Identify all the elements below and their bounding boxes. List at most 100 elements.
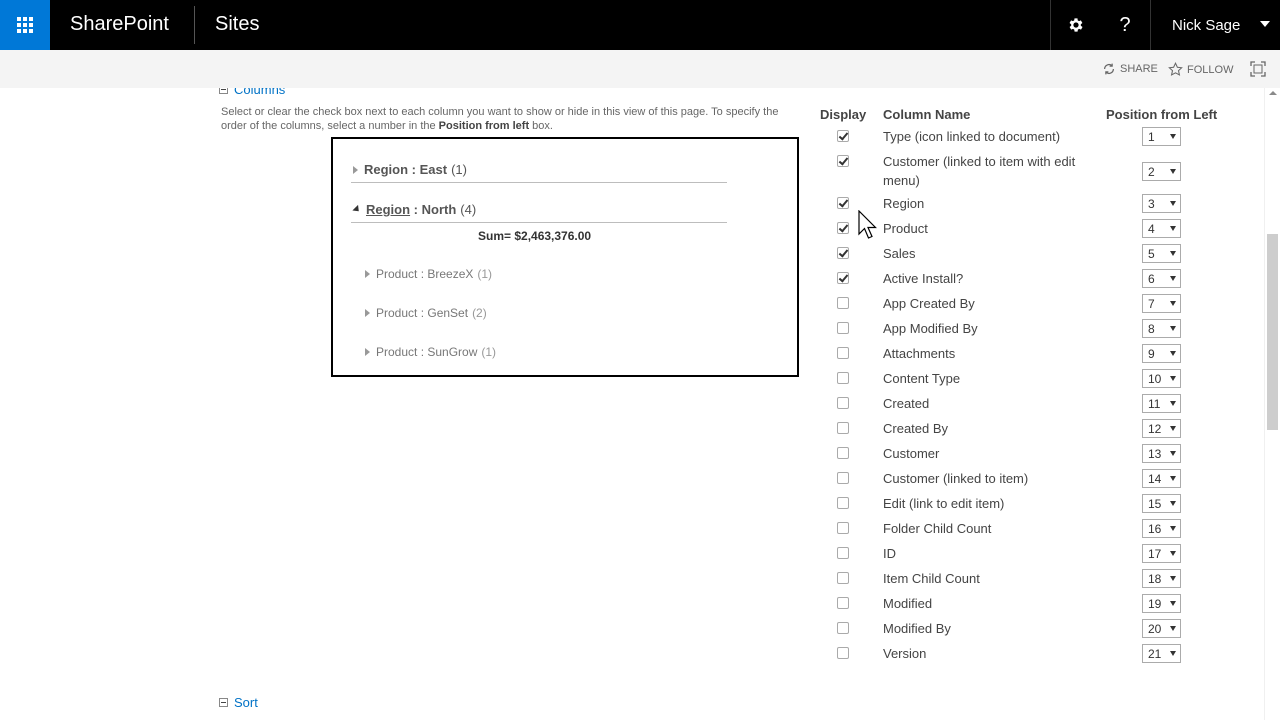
position-value: 7: [1148, 296, 1155, 311]
group-preview: Region : East (1) Region : North (4) Sum…: [331, 137, 799, 377]
column-name: Customer: [883, 446, 940, 461]
position-select[interactable]: 9: [1142, 344, 1181, 363]
dropdown-arrow-icon: [1170, 401, 1176, 406]
help-button[interactable]: ?: [1100, 0, 1150, 50]
dropdown-arrow-icon: [1170, 526, 1176, 531]
sync-icon: [1104, 63, 1114, 75]
position-value: 19: [1148, 596, 1162, 611]
columns-section-header[interactable]: Columns: [219, 88, 285, 97]
dropdown-arrow-icon: [1170, 134, 1176, 139]
position-select[interactable]: 1: [1142, 127, 1181, 146]
sort-section-header[interactable]: Sort: [219, 695, 258, 710]
group-header-north[interactable]: Region : North (4): [352, 202, 476, 217]
position-select[interactable]: 4: [1142, 219, 1181, 238]
display-checkbox[interactable]: [837, 155, 849, 167]
scroll-up-icon[interactable]: [1269, 91, 1277, 95]
display-checkbox[interactable]: [837, 472, 849, 484]
subgroup-breezex[interactable]: Product : BreezeX (1): [365, 267, 492, 281]
display-checkbox[interactable]: [837, 572, 849, 584]
group-header-east[interactable]: Region : East (1): [353, 162, 467, 177]
display-checkbox[interactable]: [837, 372, 849, 384]
settings-button[interactable]: [1050, 0, 1100, 50]
app-launcher-button[interactable]: [0, 0, 50, 50]
action-bar: SHARE FOLLOW: [0, 50, 1280, 88]
display-checkbox[interactable]: [837, 647, 849, 659]
group-separator: :: [410, 202, 422, 217]
dropdown-arrow-icon: [1170, 426, 1176, 431]
group-field-label: Region: [366, 202, 411, 217]
chevron-down-icon: [1260, 21, 1270, 27]
position-select[interactable]: 12: [1142, 419, 1181, 438]
display-checkbox[interactable]: [837, 622, 849, 634]
display-checkbox[interactable]: [837, 347, 849, 359]
column-name: Type (icon linked to document): [883, 129, 1061, 144]
display-checkbox[interactable]: [837, 522, 849, 534]
position-select[interactable]: 16: [1142, 519, 1181, 538]
position-select[interactable]: 19: [1142, 594, 1181, 613]
column-name: Customer (linked to item with edit menu): [883, 154, 1076, 188]
position-select[interactable]: 10: [1142, 369, 1181, 388]
share-button[interactable]: SHARE: [1102, 62, 1158, 76]
suite-bar: SharePoint Sites ? Nick Sage: [0, 0, 1280, 50]
column-name: App Modified By: [883, 321, 978, 336]
main-content: Columns Select or clear the check box ne…: [0, 88, 1264, 720]
focus-mode-icon: [1250, 61, 1266, 77]
position-select[interactable]: 5: [1142, 244, 1181, 263]
position-value: 4: [1148, 221, 1155, 236]
column-name: Sales: [883, 246, 916, 261]
position-select[interactable]: 18: [1142, 569, 1181, 588]
collapse-icon: [352, 204, 362, 215]
column-name: Created: [883, 396, 930, 411]
display-checkbox[interactable]: [837, 297, 849, 309]
follow-label: FOLLOW: [1187, 63, 1234, 76]
position-select[interactable]: 13: [1142, 444, 1181, 463]
position-value: 6: [1148, 271, 1155, 286]
display-checkbox[interactable]: [837, 247, 849, 259]
display-checkbox[interactable]: [837, 222, 849, 234]
display-checkbox[interactable]: [837, 130, 849, 142]
description-bold-text: Position from left: [438, 120, 530, 132]
position-value: 12: [1148, 421, 1162, 436]
position-select[interactable]: 6: [1142, 269, 1181, 288]
display-checkbox[interactable]: [837, 197, 849, 209]
position-select[interactable]: 21: [1142, 644, 1181, 663]
position-select[interactable]: 14: [1142, 469, 1181, 488]
display-checkbox[interactable]: [837, 447, 849, 459]
share-label: SHARE: [1120, 63, 1158, 75]
dropdown-arrow-icon: [1170, 626, 1176, 631]
position-value: 14: [1148, 471, 1162, 486]
column-name: Item Child Count: [883, 571, 980, 586]
sites-link[interactable]: Sites: [215, 13, 259, 36]
position-select[interactable]: 3: [1142, 194, 1181, 213]
brand-link[interactable]: SharePoint: [70, 13, 169, 36]
position-select[interactable]: 8: [1142, 319, 1181, 338]
position-select[interactable]: 20: [1142, 619, 1181, 638]
position-value: 20: [1148, 621, 1162, 636]
follow-button[interactable]: FOLLOW: [1168, 62, 1233, 77]
subgroup-genset[interactable]: Product : GenSet (2): [365, 306, 487, 320]
focus-mode-button[interactable]: [1250, 61, 1266, 77]
display-checkbox[interactable]: [837, 497, 849, 509]
position-value: 9: [1148, 346, 1155, 361]
column-name: Customer (linked to item): [883, 471, 1029, 486]
user-menu-button[interactable]: Nick Sage: [1150, 0, 1280, 50]
display-checkbox[interactable]: [837, 397, 849, 409]
position-select[interactable]: 15: [1142, 494, 1181, 513]
display-checkbox[interactable]: [837, 272, 849, 284]
position-select[interactable]: 17: [1142, 544, 1181, 563]
position-select[interactable]: 7: [1142, 294, 1181, 313]
display-checkbox[interactable]: [837, 597, 849, 609]
subgroup-sungrow[interactable]: Product : SunGrow (1): [365, 345, 496, 359]
display-checkbox[interactable]: [837, 322, 849, 334]
column-name: App Created By: [883, 296, 975, 311]
scroll-thumb[interactable]: [1267, 234, 1278, 430]
dropdown-arrow-icon: [1170, 551, 1176, 556]
position-select[interactable]: 2: [1142, 162, 1181, 181]
position-header: Position from Left: [1106, 107, 1218, 122]
display-checkbox[interactable]: [837, 422, 849, 434]
subgroup-label: Product : BreezeX: [376, 267, 474, 281]
vertical-scrollbar[interactable]: [1264, 88, 1280, 720]
position-select[interactable]: 11: [1142, 394, 1181, 413]
dropdown-arrow-icon: [1170, 169, 1176, 174]
display-checkbox[interactable]: [837, 547, 849, 559]
